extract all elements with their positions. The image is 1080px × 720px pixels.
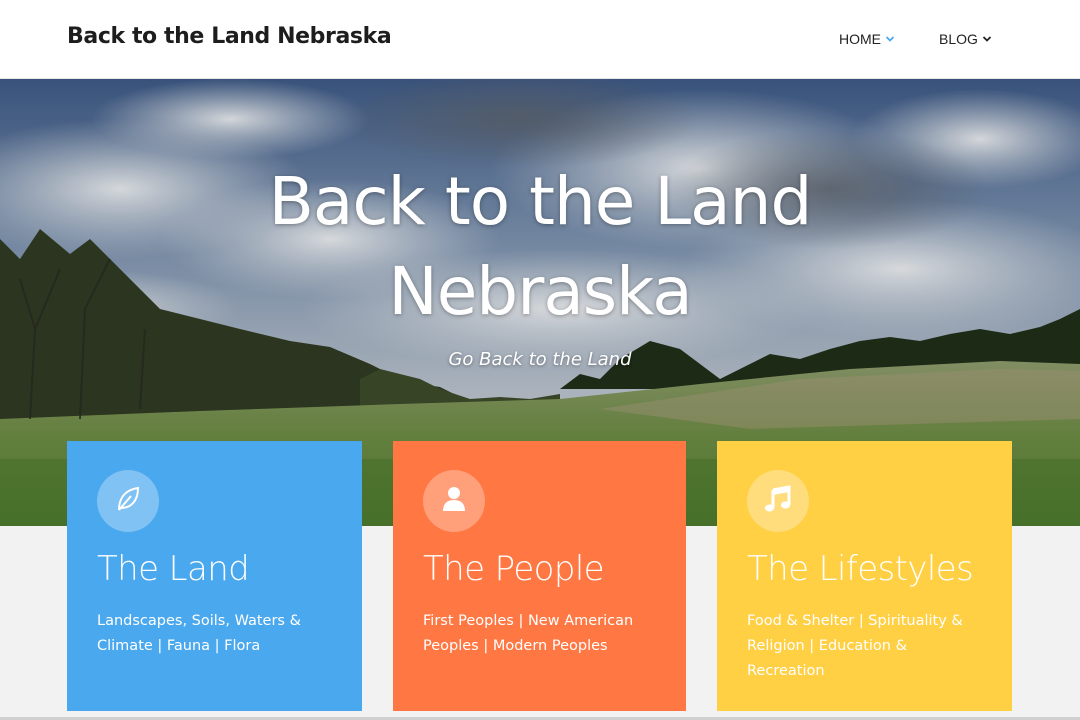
card-the-lifestyles[interactable]: The Lifestyles Food & Shelter | Spiritua… xyxy=(717,441,1012,711)
site-header: Back to the Land Nebraska HOME BLOG xyxy=(0,0,1080,79)
card-title: The Land xyxy=(97,549,250,589)
person-icon xyxy=(439,484,469,519)
main-nav: HOME BLOG xyxy=(839,31,992,47)
person-icon-circle xyxy=(423,470,485,532)
card-the-land[interactable]: The Land Landscapes, Soils, Waters & Cli… xyxy=(67,441,362,711)
site-title[interactable]: Back to the Land Nebraska xyxy=(67,24,392,49)
nav-item-blog[interactable]: BLOG xyxy=(939,31,992,47)
hero-title-line-2: Nebraska xyxy=(388,253,692,330)
card-description: Landscapes, Soils, Waters & Climate | Fa… xyxy=(97,613,301,654)
music-icon-circle xyxy=(747,470,809,532)
chevron-down-icon xyxy=(885,35,895,43)
nav-item-label: HOME xyxy=(839,31,881,47)
music-note-icon xyxy=(762,483,794,520)
nav-item-label: BLOG xyxy=(939,31,978,47)
card-description: Food & Shelter | Spirituality & Religion… xyxy=(747,613,963,679)
hero-title-line-1: Back to the Land xyxy=(268,163,813,240)
leaf-icon xyxy=(113,484,143,519)
leaf-icon-circle xyxy=(97,470,159,532)
card-description: First Peoples | New American Peoples | M… xyxy=(423,613,634,654)
card-title: The Lifestyles xyxy=(747,549,974,589)
nav-item-home[interactable]: HOME xyxy=(839,31,895,47)
card-title: The People xyxy=(423,549,605,589)
hero-subtitle: Go Back to the Land xyxy=(448,349,632,370)
chevron-down-icon xyxy=(982,35,992,43)
card-the-people[interactable]: The People First Peoples | New American … xyxy=(393,441,686,711)
